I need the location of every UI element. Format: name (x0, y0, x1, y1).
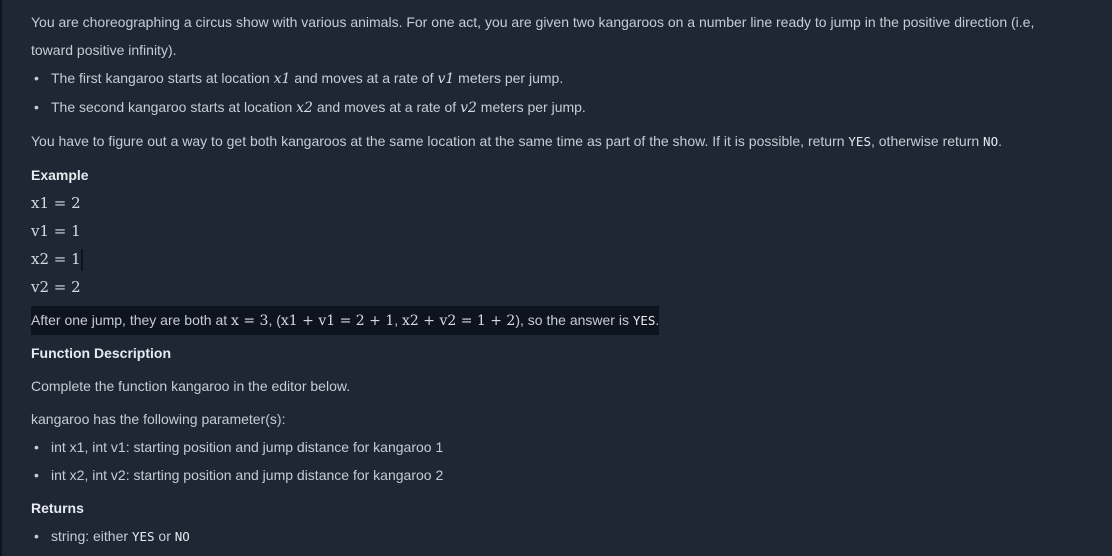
explanation-text: After one jump, they are both at (31, 312, 232, 328)
example-line: x2 = 1 (31, 245, 1101, 273)
example-line: x1 = 2 (31, 194, 81, 212)
parameter-text: int x1, int v1: starting position and ju… (51, 439, 444, 455)
math-var: x1 (273, 71, 291, 87)
intro-paragraph: You are choreographing a circus show wit… (31, 8, 1101, 64)
example-line: v2 = 2 (31, 278, 81, 296)
example-heading: Example (31, 167, 89, 183)
math-var: v1 (437, 71, 455, 87)
list-item: • The first kangaroo starts at location … (31, 64, 1101, 93)
example-line-text: x2 = 1 (31, 250, 81, 268)
task-text: You have to figure out a way to get both… (31, 133, 849, 149)
explanation-text: ), so the answer is (515, 312, 633, 328)
function-description-text: Complete the function kangaroo in the ed… (31, 378, 351, 394)
list-item: • string: either YES or NO (31, 522, 1101, 551)
code-yes: YES (632, 313, 656, 328)
math-var: x2 (296, 100, 313, 116)
code-yes: YES (848, 134, 871, 149)
bullet-icon: • (34, 439, 39, 455)
list-item-text: meters per jump. (476, 99, 586, 115)
example-line: v1 = 1 (31, 222, 81, 240)
task-text: . (998, 133, 1002, 149)
list-item-text: and moves at a rate of (312, 99, 461, 115)
list-item: • int x1, int v1: starting position and … (31, 433, 1101, 461)
math-expression: x = 3 (231, 313, 269, 329)
math-expression: x2 + v2 = 1 + 2 (402, 313, 516, 329)
math-expression: x1 + v1 = 2 + 1 (280, 313, 395, 329)
explanation-text: . (655, 312, 660, 328)
task-paragraph: You have to figure out a way to get both… (31, 127, 1101, 156)
example-explanation: After one jump, they are both at x = 3, … (31, 306, 1101, 335)
returns-list: • string: either YES or NO (31, 522, 1101, 551)
bullet-icon: • (34, 528, 39, 544)
intro-line-2: toward positive infinity). (31, 42, 177, 58)
list-item-text: The first kangaroo starts at location (51, 70, 274, 86)
returns-text: or (154, 528, 175, 544)
code-no: NO (983, 134, 999, 149)
parameter-text: int x2, int v2: starting position and ju… (51, 467, 444, 483)
task-text: , otherwise return (870, 133, 984, 149)
code-yes: YES (131, 529, 155, 544)
highlighted-text: After one jump, they are both at x = 3, … (31, 306, 660, 335)
list-item-text: meters per jump. (454, 70, 564, 86)
parameter-list: • int x1, int v1: starting position and … (31, 433, 1101, 489)
explanation-text: , ( (268, 312, 281, 328)
kangaroo-list: • The first kangaroo starts at location … (31, 64, 1101, 122)
list-item-text: The second kangaroo starts at location (51, 99, 297, 115)
highlight-marker (80, 249, 83, 271)
list-item-text: and moves at a rate of (290, 70, 438, 86)
math-var: v2 (460, 100, 477, 116)
intro-line-1: You are choreographing a circus show wit… (31, 14, 1035, 30)
function-description-heading: Function Description (31, 345, 171, 361)
parameters-intro: kangaroo has the following parameter(s): (31, 411, 286, 427)
returns-heading: Returns (31, 500, 84, 516)
explanation-text: , (394, 312, 403, 328)
bullet-icon: • (34, 70, 39, 86)
bullet-icon: • (34, 99, 39, 115)
list-item: • The second kangaroo starts at location… (31, 93, 1101, 122)
returns-text: string: either (51, 528, 132, 544)
left-border (0, 0, 2, 556)
bullet-icon: • (34, 467, 39, 483)
list-item: • int x2, int v2: starting position and … (31, 461, 1101, 489)
problem-statement: You are choreographing a circus show wit… (31, 8, 1101, 551)
code-no: NO (174, 529, 190, 544)
